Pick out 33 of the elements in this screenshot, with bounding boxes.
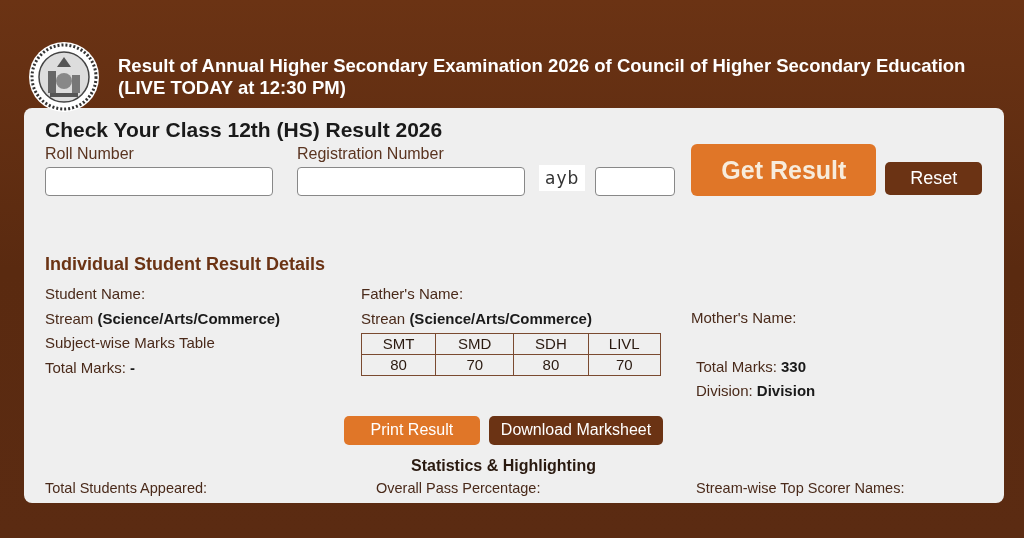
section-heading: Individual Student Result Details bbox=[45, 254, 327, 276]
detail-text: Strean (Science/Arts/Commerce) bbox=[361, 308, 593, 329]
column-header: SDH bbox=[513, 333, 589, 355]
input-field[interactable] bbox=[297, 167, 525, 196]
download-button[interactable]: Download Marksheet bbox=[488, 415, 664, 445]
detail-text: Division: Division bbox=[696, 381, 817, 401]
detail-text: Subject-wise Marks Table bbox=[45, 333, 216, 353]
detail-text: Stream (Science/Arts/Commerce) bbox=[45, 308, 282, 329]
captcha-field[interactable] bbox=[595, 167, 676, 196]
column-header: LIVL bbox=[588, 333, 661, 355]
column-header: SMD bbox=[435, 333, 514, 355]
table-cell: 80 bbox=[361, 354, 436, 376]
reset-button[interactable]: Reset bbox=[885, 162, 982, 195]
input-field[interactable] bbox=[45, 167, 273, 196]
form-heading: Check Your Class 12th (HS) Result 2026 bbox=[45, 118, 444, 142]
field-label: Roll Number bbox=[45, 145, 135, 163]
emblem-logo bbox=[28, 41, 100, 113]
detail-text: Mother's Name: bbox=[691, 308, 798, 328]
section-heading: Statistics & Highlighting bbox=[410, 456, 597, 476]
table-cell: 70 bbox=[435, 354, 514, 376]
statistic-label: Overall Pass Percentage: bbox=[376, 479, 542, 496]
field-label: Registration Number bbox=[297, 145, 445, 163]
page-title: Result of Annual Higher Secondary Examination 2026 of Council of Higher Secondary Education (LIVE TODAY at 12:30 PM) bbox=[118, 55, 966, 99]
captcha-text: ayb bbox=[539, 165, 586, 191]
detail-text: Total Marks: - bbox=[45, 357, 137, 378]
detail-text: Father's Name: bbox=[361, 284, 465, 304]
column-header: SMT bbox=[361, 333, 436, 355]
table-cell: 80 bbox=[513, 354, 589, 376]
detail-text: Total Marks: 330 bbox=[696, 356, 808, 377]
statistic-label: Total Students Appeared: bbox=[45, 479, 209, 496]
statistic-label: Stream-wise Top Scorer Names: bbox=[696, 479, 906, 496]
table-cell: 70 bbox=[588, 354, 661, 376]
detail-text: Student Name: bbox=[45, 284, 147, 304]
